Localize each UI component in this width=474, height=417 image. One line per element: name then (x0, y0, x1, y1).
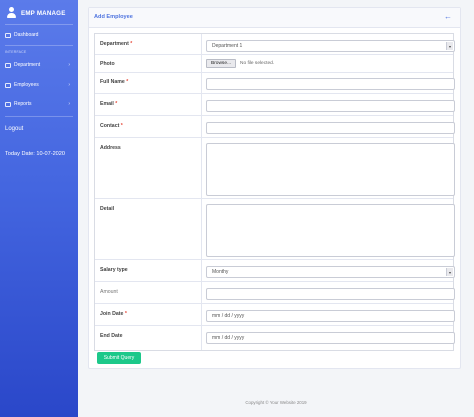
contact-label: Contact * (100, 123, 123, 129)
sidebar-item-label: Employees (14, 82, 39, 88)
logout-link[interactable]: Logout (5, 126, 23, 132)
form-row-join-date: Join Date * mm / dd / yyyy (95, 304, 455, 326)
form-row-address: Address (95, 138, 455, 199)
salary-type-select[interactable]: Monthy ▾ (206, 266, 455, 278)
file-status: No file selected. (240, 61, 275, 66)
form-row-full-name: Full Name * (95, 73, 455, 94)
submit-button[interactable]: Submit Query (97, 352, 141, 364)
form-row-department: Department * Department 1 ▾ (95, 34, 455, 55)
photo-label: Photo (100, 61, 115, 67)
employee-form: Department * Department 1 ▾ Photo Browse… (94, 33, 455, 351)
detail-label: Detail (100, 206, 115, 212)
users-icon (5, 82, 11, 88)
join-date-label: Join Date * (100, 311, 127, 317)
salary-type-label: Salary type (100, 267, 128, 273)
card-title: Add Employee (94, 14, 133, 20)
department-label: Department * (100, 41, 133, 47)
folder-icon (5, 62, 11, 68)
sidebar-item-label: Department (14, 62, 41, 68)
form-row-email: Email * (95, 94, 455, 116)
sidebar-section-label: INTERFACE (5, 50, 27, 54)
chevron-down-icon: ▾ (446, 42, 453, 50)
email-label: Email * (100, 101, 118, 107)
sidebar: EMP MANAGE Dashboard INTERFACE Departmen… (0, 0, 78, 417)
form-row-detail: Detail (95, 199, 455, 260)
chevron-right-icon: › (68, 101, 70, 107)
form-row-end-date: End Date mm / dd / yyyy (95, 326, 455, 350)
user-icon (6, 7, 17, 19)
form-row-amount: Amount (95, 282, 455, 304)
sidebar-item-reports[interactable]: Reports › (5, 99, 73, 109)
sidebar-item-label: Dashboard (14, 32, 39, 38)
brand[interactable]: EMP MANAGE (6, 6, 66, 20)
amount-input[interactable] (206, 288, 455, 300)
end-date-label: End Date (100, 333, 123, 339)
chart-icon (5, 101, 11, 107)
contact-input[interactable] (206, 122, 455, 134)
sidebar-item-dashboard[interactable]: Dashboard (5, 30, 73, 40)
form-row-contact: Contact * (95, 116, 455, 138)
address-label: Address (100, 145, 121, 151)
sidebar-item-label: Reports (14, 101, 32, 107)
footer-copyright: Copyright © Your Website 2019 (245, 400, 307, 405)
back-arrow-icon[interactable]: ← (444, 12, 452, 22)
sidebar-item-employees[interactable]: Employees › (5, 80, 73, 90)
address-textarea[interactable] (206, 143, 455, 196)
browse-button[interactable]: Browse... (206, 59, 236, 68)
today-date: Today Date: 10-07-2020 (5, 151, 66, 157)
chevron-right-icon: › (68, 82, 70, 88)
end-date-input[interactable]: mm / dd / yyyy (206, 332, 455, 344)
brand-title: EMP MANAGE (21, 9, 66, 17)
add-employee-card: Add Employee ← Department * Department 1… (88, 7, 461, 369)
full-name-input[interactable] (206, 78, 455, 90)
sidebar-item-department[interactable]: Department › (5, 60, 73, 70)
form-row-photo: Photo Browse... No file selected. (95, 55, 453, 73)
form-row-salary-type: Salary type Monthy ▾ (95, 260, 455, 282)
amount-label: Amount (100, 289, 118, 295)
department-select[interactable]: Department 1 ▾ (206, 40, 455, 52)
chevron-down-icon: ▾ (446, 268, 453, 276)
join-date-input[interactable]: mm / dd / yyyy (206, 310, 455, 322)
full-name-label: Full Name * (100, 79, 129, 85)
sidebar-divider (5, 24, 73, 25)
sidebar-divider (5, 116, 73, 117)
card-header: Add Employee ← (89, 8, 460, 28)
dashboard-icon (5, 32, 11, 38)
sidebar-divider (5, 45, 73, 46)
detail-textarea[interactable] (206, 204, 455, 257)
email-input[interactable] (206, 100, 455, 112)
chevron-right-icon: › (68, 62, 70, 68)
